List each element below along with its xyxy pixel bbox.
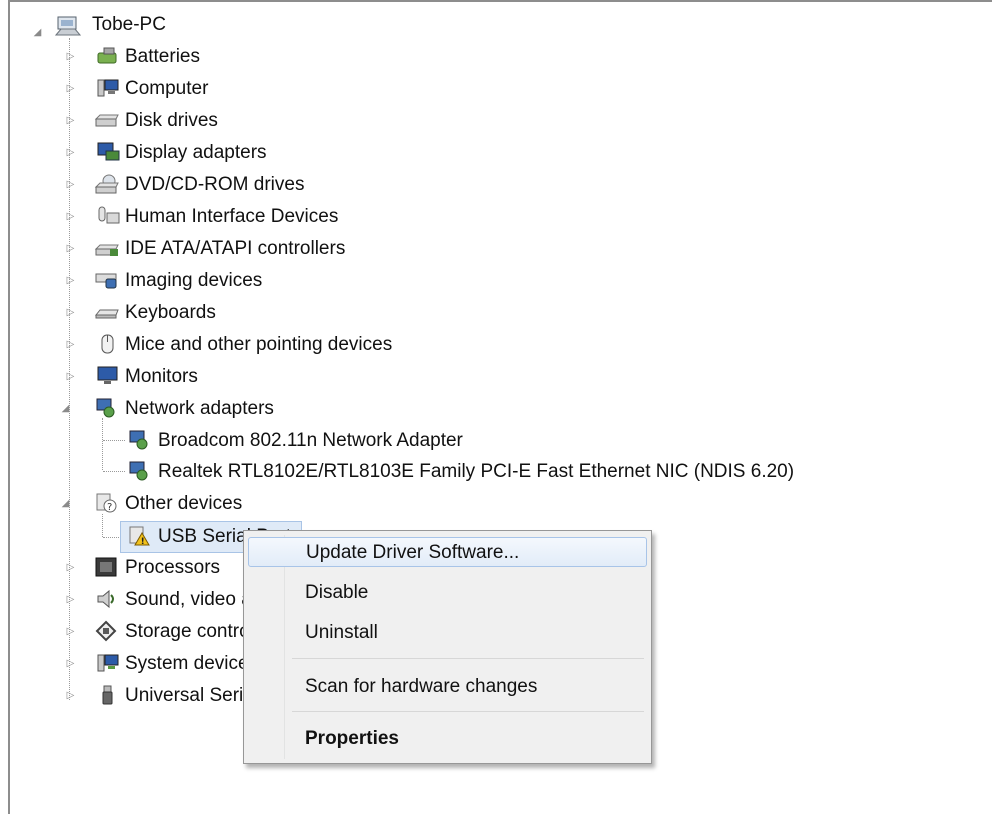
- tree-item-human-interface-devices[interactable]: ▷ Human Interface Devices: [0, 202, 360, 232]
- expand-arrow-icon[interactable]: ▷: [66, 659, 75, 669]
- network-adapter-icon: [126, 460, 150, 482]
- menu-item-uninstall[interactable]: Uninstall: [248, 618, 647, 648]
- tree-item-other-devices[interactable]: ◢ ? Other devices: [0, 489, 300, 519]
- tree-item-label: DVD/CD-ROM drives: [125, 174, 305, 195]
- computer-icon: [96, 77, 120, 99]
- tree-item-mice[interactable]: ▷ Mice and other pointing devices: [0, 330, 440, 360]
- ide-controller-icon: [94, 237, 119, 259]
- tree-item-keyboards[interactable]: ▷ Keyboards: [0, 298, 300, 328]
- expand-arrow-icon[interactable]: ▷: [66, 116, 75, 126]
- usb-icon: [96, 684, 120, 706]
- collapse-arrow-icon[interactable]: ◢: [33, 28, 42, 38]
- display-adapter-icon: [96, 141, 120, 163]
- expand-arrow-icon[interactable]: ▷: [66, 595, 75, 605]
- menu-separator: [292, 658, 644, 659]
- imaging-device-icon: [94, 269, 118, 291]
- tree-root-label: Tobe-PC: [92, 14, 166, 35]
- tree-item-imaging-devices[interactable]: ▷ Imaging devices: [0, 266, 300, 296]
- mouse-icon: [96, 333, 120, 355]
- tree-item-label: Imaging devices: [125, 270, 263, 291]
- tree-item-label: Display adapters: [125, 142, 267, 163]
- tree-item-batteries[interactable]: ▷ Batteries: [0, 42, 300, 72]
- collapse-arrow-icon[interactable]: ◢: [61, 499, 70, 509]
- processor-icon: [94, 556, 118, 578]
- battery-icon: [96, 45, 120, 67]
- menu-item-properties[interactable]: Properties: [248, 724, 647, 754]
- tree-item-label: Mice and other pointing devices: [125, 334, 393, 355]
- expand-arrow-icon[interactable]: ▷: [66, 691, 75, 701]
- computer-tower-icon: [54, 15, 82, 37]
- keyboard-icon: [94, 301, 119, 323]
- expand-arrow-icon[interactable]: ▷: [66, 340, 75, 350]
- expand-arrow-icon[interactable]: ▷: [66, 563, 75, 573]
- tree-item-display-adapters[interactable]: ▷ Display adapters: [0, 138, 300, 168]
- tree-item-disk-drives[interactable]: ▷ Disk drives: [0, 106, 300, 136]
- menu-item-update-driver[interactable]: Update Driver Software...: [248, 537, 647, 567]
- menu-item-disable[interactable]: Disable: [248, 578, 647, 608]
- expand-arrow-icon[interactable]: ▷: [66, 212, 75, 222]
- menu-item-label: Update Driver Software...: [306, 542, 520, 563]
- menu-item-label: Uninstall: [305, 622, 378, 643]
- menu-item-scan-hardware[interactable]: Scan for hardware changes: [248, 672, 647, 702]
- disk-drive-icon: [94, 109, 119, 131]
- expand-arrow-icon[interactable]: ▷: [66, 244, 75, 254]
- tree-item-label: IDE ATA/ATAPI controllers: [125, 238, 346, 259]
- menu-item-label: Scan for hardware changes: [305, 676, 538, 697]
- tree-item-ide-controllers[interactable]: ▷ IDE ATA/ATAPI controllers: [0, 234, 380, 264]
- tree-item-label: Disk drives: [125, 110, 218, 131]
- tree-item-label: Human Interface Devices: [125, 206, 339, 227]
- speaker-icon: [94, 588, 118, 610]
- tree-item-label: Monitors: [125, 366, 198, 387]
- tree-item-label: Broadcom 802.11n Network Adapter: [158, 430, 463, 451]
- tree-item-monitors[interactable]: ▷ Monitors: [0, 362, 300, 392]
- expand-arrow-icon[interactable]: ▷: [66, 627, 75, 637]
- tree-item-label: Other devices: [125, 493, 243, 514]
- expand-arrow-icon[interactable]: ▷: [66, 276, 75, 286]
- unknown-device-icon: ?: [93, 492, 117, 514]
- network-adapter-icon: [126, 429, 150, 451]
- tree-item-dvd-drives[interactable]: ▷ DVD/CD-ROM drives: [0, 170, 320, 200]
- tree-item-realtek-nic[interactable]: Realtek RTL8102E/RTL8103E Family PCI-E F…: [0, 457, 850, 487]
- tree-item-label: System devices: [125, 653, 259, 674]
- menu-separator: [292, 711, 644, 712]
- tree-item-label: Realtek RTL8102E/RTL8103E Family PCI-E F…: [158, 461, 795, 482]
- warning-device-icon: !: [126, 525, 150, 547]
- expand-arrow-icon[interactable]: ▷: [66, 52, 75, 62]
- tree-item-label: Batteries: [125, 46, 200, 67]
- expand-arrow-icon[interactable]: ▷: [66, 372, 75, 382]
- tree-item-label: Processors: [125, 557, 221, 578]
- tree-item-label: Network adapters: [125, 398, 274, 419]
- tree-item-label: Computer: [125, 78, 209, 99]
- tree-item-network-adapters[interactable]: ◢ Network adapters: [0, 394, 320, 424]
- menu-item-label: Disable: [305, 582, 369, 603]
- network-adapter-icon: [93, 397, 117, 419]
- dvd-drive-icon: [94, 173, 119, 195]
- tree-item-broadcom-adapter[interactable]: Broadcom 802.11n Network Adapter: [0, 426, 520, 456]
- expand-arrow-icon[interactable]: ▷: [66, 84, 75, 94]
- menu-item-label: Properties: [305, 728, 399, 749]
- hid-icon: [96, 205, 120, 227]
- collapse-arrow-icon[interactable]: ◢: [61, 404, 70, 414]
- tree-item-computer[interactable]: ▷ Computer: [0, 74, 300, 104]
- monitor-icon: [96, 365, 120, 387]
- context-menu: Update Driver Software... Disable Uninst…: [243, 530, 652, 764]
- svg-text:?: ?: [107, 502, 112, 513]
- system-device-icon: [96, 652, 120, 674]
- svg-text:!: !: [141, 537, 145, 547]
- expand-arrow-icon[interactable]: ▷: [66, 180, 75, 190]
- tree-item-label: Keyboards: [125, 302, 216, 323]
- expand-arrow-icon[interactable]: ▷: [66, 308, 75, 318]
- expand-arrow-icon[interactable]: ▷: [66, 148, 75, 158]
- storage-controller-icon: [94, 620, 118, 642]
